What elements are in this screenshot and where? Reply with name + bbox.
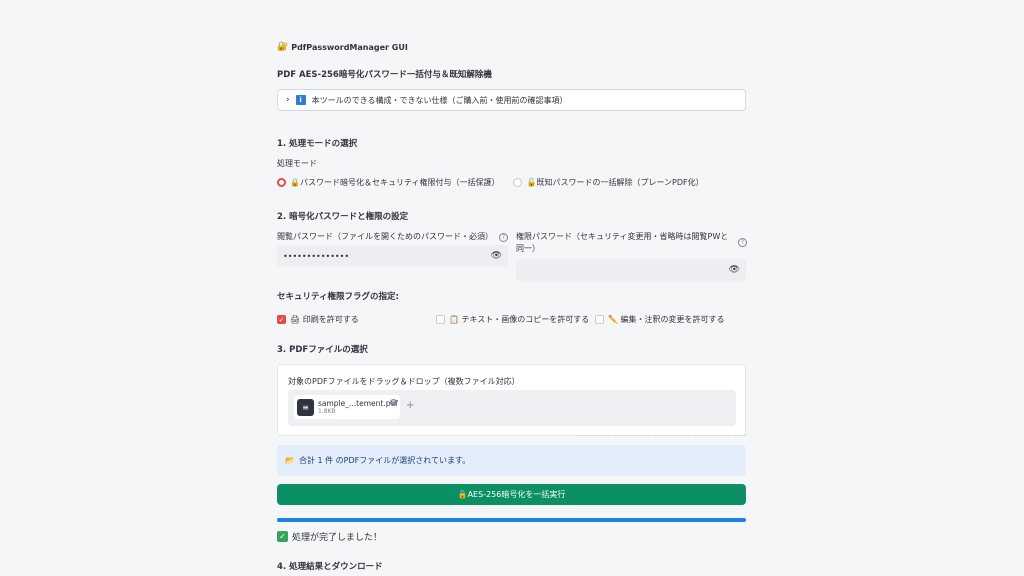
flag-edit-label: ✏️ 編集・注釈の変更を許可する <box>608 315 725 324</box>
flag-edit-option[interactable]: ✏️ 編集・注釈の変更を許可する <box>595 314 725 325</box>
flag-print-option[interactable]: ✓ 🖨 印刷を許可する <box>277 314 436 325</box>
owner-password-field[interactable]: 👁 <box>516 259 746 281</box>
view-password-value: •••••••••••••• <box>283 251 350 261</box>
checkbox-print[interactable]: ✓ <box>277 315 286 324</box>
radio-encrypt[interactable] <box>277 178 286 187</box>
flag-copy-option[interactable]: 📋 テキスト・画像のコピーを許可する <box>436 314 595 325</box>
expander-label: 本ツールのできる構成・できない仕様（ご購入前・使用前の確認事項） <box>311 95 568 105</box>
mode-label: 処理モード <box>277 159 317 168</box>
file-chip: ≡ sample_...tement.pdf 1.8KB ✕ <box>294 395 400 419</box>
checkbox-edit[interactable] <box>595 315 604 324</box>
encrypt-execute-button[interactable]: 🔒AES-256暗号化を一括実行 <box>277 484 746 505</box>
flags-heading: セキュリティ権限フラグの指定: <box>277 292 399 302</box>
add-file-button[interactable]: + <box>406 400 414 411</box>
view-password-field[interactable]: •••••••••••••• 👁 <box>277 245 508 267</box>
checkbox-copy[interactable] <box>436 315 445 324</box>
help-icon[interactable]: ? <box>499 233 508 242</box>
divider <box>578 435 746 436</box>
page-subtitle: PDF AES-256暗号化パスワード一括付与＆既知解除機 <box>277 70 492 80</box>
document-icon: ≡ <box>297 398 314 416</box>
radio-encrypt-option[interactable]: 🔒パスワード暗号化＆セキュリティ権限付与（一括保護） <box>277 177 499 188</box>
info-icon: i <box>295 95 306 105</box>
completion-text: 処理が完了しました！ <box>292 533 383 543</box>
chevron-right-icon: › <box>286 95 290 105</box>
spec-expander[interactable]: › i 本ツールのできる構成・できない仕様（ご購入前・使用前の確認事項） <box>277 89 746 111</box>
flags-group: ✓ 🖨 印刷を許可する 📋 テキスト・画像のコピーを許可する ✏️ 編集・注釈の… <box>277 314 747 325</box>
password-heading: 2. 暗号化パスワードと権限の設定 <box>277 212 409 222</box>
app-title: PdfPasswordManager GUI <box>291 42 408 52</box>
mode-radio-group: 🔒パスワード暗号化＆セキュリティ権限付与（一括保護） 🔓既知パスワードの一括解除… <box>277 177 718 188</box>
selection-info-alert: 📂 合計 1 件 のPDFファイルが選択されています。 <box>277 445 746 476</box>
uploader-label: 対象のPDFファイルをドラッグ＆ドロップ（複数ファイル対応） <box>288 377 520 386</box>
mode-heading: 1. 処理モードの選択 <box>277 139 358 149</box>
close-icon[interactable]: ✕ <box>390 399 397 406</box>
view-password-label: 閲覧パスワード（ファイルを開くためのパスワード・必須） <box>277 232 493 241</box>
folder-icon: 📂 <box>285 456 295 465</box>
results-heading: 4. 処理結果とダウンロード <box>277 562 383 572</box>
owner-password-label: 権限パスワード（セキュリティ変更用・省略時は閲覧PWと同一） <box>516 232 729 253</box>
radio-decrypt-label: 🔓既知パスワードの一括解除（プレーンPDF化） <box>526 178 704 187</box>
main-container: 🔐 PdfPasswordManager GUI PDF AES-256暗号化パ… <box>277 0 747 576</box>
radio-decrypt-option[interactable]: 🔓既知パスワードの一括解除（プレーンPDF化） <box>513 177 704 188</box>
check-icon: ✓ <box>277 531 288 542</box>
dropzone[interactable]: ≡ sample_...tement.pdf 1.8KB ✕ + <box>288 390 736 426</box>
radio-encrypt-label: 🔒パスワード暗号化＆セキュリティ権限付与（一括保護） <box>290 178 500 187</box>
file-size: 1.8KB <box>318 408 336 415</box>
selection-summary: 合計 1 件 のPDFファイルが選択されています。 <box>298 456 471 465</box>
completion-status: ✓ 処理が完了しました！ <box>277 530 382 543</box>
radio-decrypt[interactable] <box>513 178 523 187</box>
progress-bar <box>277 518 746 522</box>
lock-key-icon: 🔐 <box>277 42 289 52</box>
file-uploader: 対象のPDFファイルをドラッグ＆ドロップ（複数ファイル対応） ≡ sample_… <box>277 364 746 436</box>
eye-icon[interactable]: 👁 <box>491 251 502 261</box>
files-heading: 3. PDFファイルの選択 <box>277 345 368 355</box>
flag-copy-label: 📋 テキスト・画像のコピーを許可する <box>449 315 590 324</box>
flag-print-label: 🖨 印刷を許可する <box>290 315 359 324</box>
execute-button-label: 🔒AES-256暗号化を一括実行 <box>457 490 566 499</box>
eye-icon[interactable]: 👁 <box>729 265 740 275</box>
help-icon[interactable]: ? <box>738 238 747 247</box>
app-header: 🔐 PdfPasswordManager GUI <box>277 42 408 52</box>
file-name: sample_...tement.pdf <box>318 399 398 408</box>
